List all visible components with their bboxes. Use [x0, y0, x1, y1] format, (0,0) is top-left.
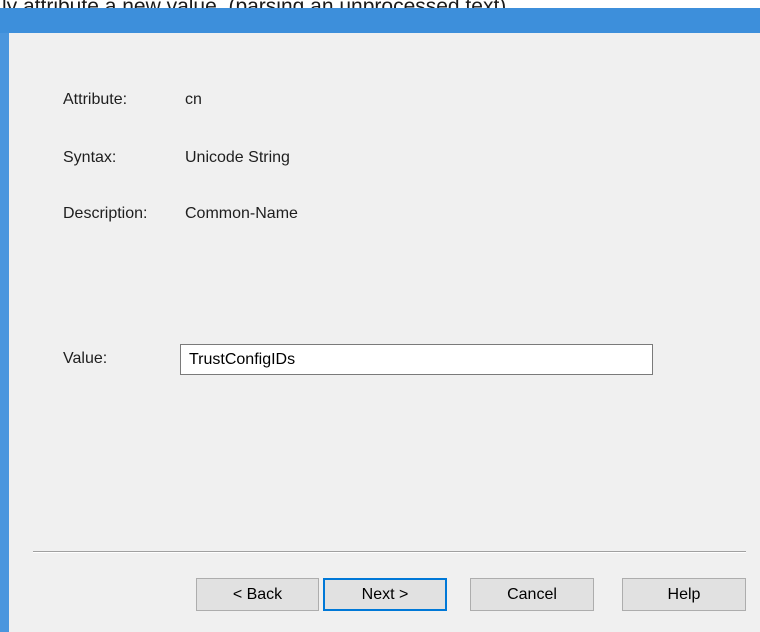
description-label: Description: — [63, 205, 148, 222]
page-caption: ly attribute a new value. (parsing an un… — [0, 0, 760, 8]
attribute-label: Attribute: — [63, 91, 128, 108]
description-value: Common-Name — [185, 205, 298, 222]
value-input[interactable] — [180, 344, 653, 375]
help-button[interactable]: Help — [622, 578, 746, 611]
next-button[interactable]: Next > — [323, 578, 447, 611]
syntax-value: Unicode String — [185, 149, 290, 166]
syntax-label: Syntax: — [63, 149, 117, 166]
wizard-dialog: Attribute: cn Syntax: Unicode String Des… — [0, 8, 760, 632]
button-divider — [33, 551, 746, 553]
cancel-button[interactable]: Cancel — [470, 578, 594, 611]
title-bar — [0, 8, 760, 33]
value-label: Value: — [63, 350, 108, 367]
dialog-left-border — [0, 33, 9, 632]
back-button[interactable]: < Back — [196, 578, 319, 611]
attribute-value: cn — [185, 91, 202, 108]
